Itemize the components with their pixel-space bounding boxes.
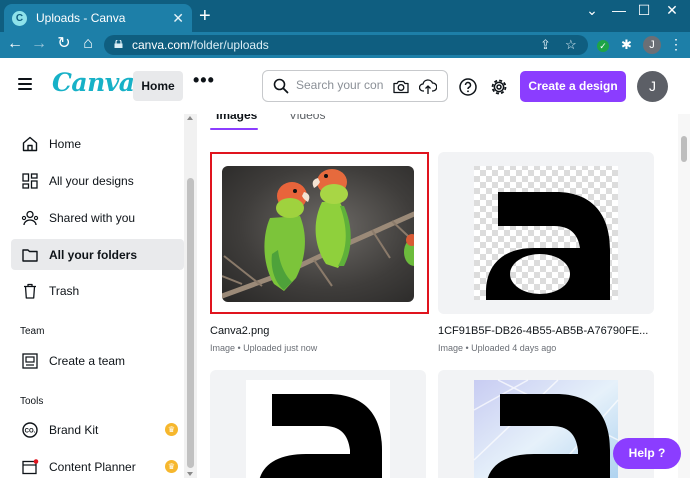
upload-cloud-icon[interactable] bbox=[419, 78, 437, 95]
sidebar-item-brand-kit[interactable]: CO. Brand Kit bbox=[11, 414, 184, 445]
browser-menu-icon[interactable]: ⋮ bbox=[669, 36, 683, 53]
svg-text:CO.: CO. bbox=[25, 428, 36, 434]
lock-icon bbox=[114, 40, 123, 48]
scroll-down-arrow-icon[interactable] bbox=[187, 472, 193, 476]
forward-icon[interactable]: → bbox=[30, 35, 48, 53]
selection-highlight bbox=[210, 152, 429, 314]
star-icon[interactable]: ☆ bbox=[565, 37, 577, 53]
sidebar-item-trash[interactable]: Trash bbox=[11, 275, 184, 306]
chevron-down-icon[interactable]: ⌄ bbox=[582, 3, 602, 17]
browser-tab-bar: C Uploads - Canva ✕ + ⌄ — ☐ ✕ bbox=[0, 0, 690, 32]
new-tab-icon[interactable]: + bbox=[199, 6, 211, 26]
sidebar-item-label: Shared with you bbox=[49, 210, 136, 225]
sidebar-item-label: Home bbox=[49, 136, 82, 151]
brand-kit-icon: CO. bbox=[22, 421, 38, 438]
camera-icon[interactable] bbox=[393, 79, 409, 94]
address-bar: ← → ↻ ⌂ canva.com/folder/uploads ⇪ ☆ ✓ ✱… bbox=[0, 32, 690, 58]
card-meta: Image • Uploaded just now bbox=[210, 343, 318, 353]
tab-images[interactable]: Images bbox=[216, 114, 257, 122]
uploads-panel: Images Videos Canva2.png Image • Uploade… bbox=[198, 114, 690, 478]
sidebar-item-label: All your folders bbox=[49, 247, 138, 262]
url-path: /folder/uploads bbox=[190, 38, 269, 52]
share-icon[interactable]: ⇪ bbox=[540, 37, 551, 53]
maximize-icon[interactable]: ☐ bbox=[634, 3, 654, 17]
letter-a-thumbnail bbox=[474, 166, 618, 300]
sidebar-item-create-team[interactable]: Create a team bbox=[11, 345, 184, 376]
sidebar-scroll-thumb[interactable] bbox=[187, 178, 194, 468]
sidebar-item-all-folders[interactable]: All your folders bbox=[11, 239, 184, 270]
folder-icon bbox=[22, 248, 38, 262]
sidebar-item-content-planner[interactable]: Content Planner bbox=[11, 451, 184, 478]
help-button[interactable]: Help ? bbox=[613, 438, 681, 469]
sidebar-item-shared[interactable]: Shared with you bbox=[11, 202, 184, 233]
sidebar-item-label: Brand Kit bbox=[49, 422, 99, 437]
search-icon bbox=[273, 78, 289, 94]
main-scroll-thumb[interactable] bbox=[681, 136, 687, 162]
extensions-icon[interactable]: ✱ bbox=[621, 37, 632, 53]
browser-profile-avatar[interactable]: J bbox=[643, 36, 661, 54]
sidebar-item-label: Trash bbox=[49, 283, 80, 298]
menu-icon[interactable] bbox=[18, 78, 32, 90]
user-avatar[interactable]: J bbox=[637, 71, 668, 102]
home-icon bbox=[22, 136, 38, 151]
calendar-icon bbox=[22, 458, 39, 474]
home-button[interactable]: Home bbox=[133, 71, 183, 101]
upload-card-image[interactable] bbox=[210, 370, 426, 478]
grid-icon bbox=[22, 172, 38, 189]
team-heading: Team bbox=[20, 326, 45, 337]
scroll-up-arrow-icon[interactable] bbox=[187, 116, 193, 120]
search-input[interactable] bbox=[296, 78, 384, 92]
card-filename[interactable]: 1CF91B5F-DB26-4B55-AB5B-A76790FE... bbox=[438, 325, 648, 337]
crown-icon: ♛ bbox=[165, 423, 178, 436]
sidebar-item-label: Create a team bbox=[49, 353, 126, 368]
card-meta: Image • Uploaded 4 days ago bbox=[438, 343, 557, 353]
app-header: Canva Home ••• Create a design J bbox=[0, 58, 690, 114]
reload-icon[interactable]: ↻ bbox=[55, 35, 73, 53]
close-window-icon[interactable]: ✕ bbox=[662, 3, 682, 17]
canva-logo[interactable]: Canva bbox=[52, 68, 135, 97]
sidebar-item-label: All your designs bbox=[49, 173, 134, 188]
sidebar: Home All your designs Shared with you Al… bbox=[0, 114, 198, 478]
more-icon[interactable]: ••• bbox=[193, 70, 215, 91]
tab-close-icon[interactable]: ✕ bbox=[172, 10, 184, 27]
letter-a-thumbnail bbox=[246, 380, 390, 478]
crown-icon: ♛ bbox=[165, 460, 178, 473]
upload-card-image[interactable] bbox=[438, 152, 654, 314]
sidebar-item-all-designs[interactable]: All your designs bbox=[11, 165, 184, 196]
search-box[interactable] bbox=[262, 70, 448, 102]
sidebar-item-label: Content Planner bbox=[49, 459, 136, 474]
help-icon[interactable] bbox=[459, 78, 477, 96]
tab-videos[interactable]: Videos bbox=[289, 114, 325, 122]
gear-icon[interactable] bbox=[489, 77, 509, 97]
extension-check-icon[interactable]: ✓ bbox=[597, 40, 609, 52]
tools-heading: Tools bbox=[20, 396, 44, 407]
url-field[interactable]: canva.com/folder/uploads ⇪ ☆ bbox=[104, 35, 588, 55]
back-icon[interactable]: ← bbox=[6, 35, 24, 53]
team-icon bbox=[22, 352, 38, 369]
minimize-icon[interactable]: — bbox=[609, 3, 629, 17]
create-design-button[interactable]: Create a design bbox=[520, 71, 626, 102]
sidebar-scrollbar[interactable] bbox=[184, 114, 197, 478]
tab-underline bbox=[210, 128, 258, 130]
tab-title: Uploads - Canva bbox=[36, 11, 126, 25]
sidebar-item-home[interactable]: Home bbox=[11, 128, 184, 159]
home-icon[interactable]: ⌂ bbox=[79, 35, 97, 53]
main-scrollbar[interactable] bbox=[678, 114, 690, 478]
card-filename[interactable]: Canva2.png bbox=[210, 325, 269, 337]
trash-icon bbox=[24, 283, 36, 299]
people-icon bbox=[21, 210, 39, 225]
url-host: canva.com bbox=[132, 38, 191, 52]
canva-favicon-icon: C bbox=[12, 10, 27, 26]
browser-tab[interactable]: C Uploads - Canva ✕ bbox=[4, 4, 192, 32]
